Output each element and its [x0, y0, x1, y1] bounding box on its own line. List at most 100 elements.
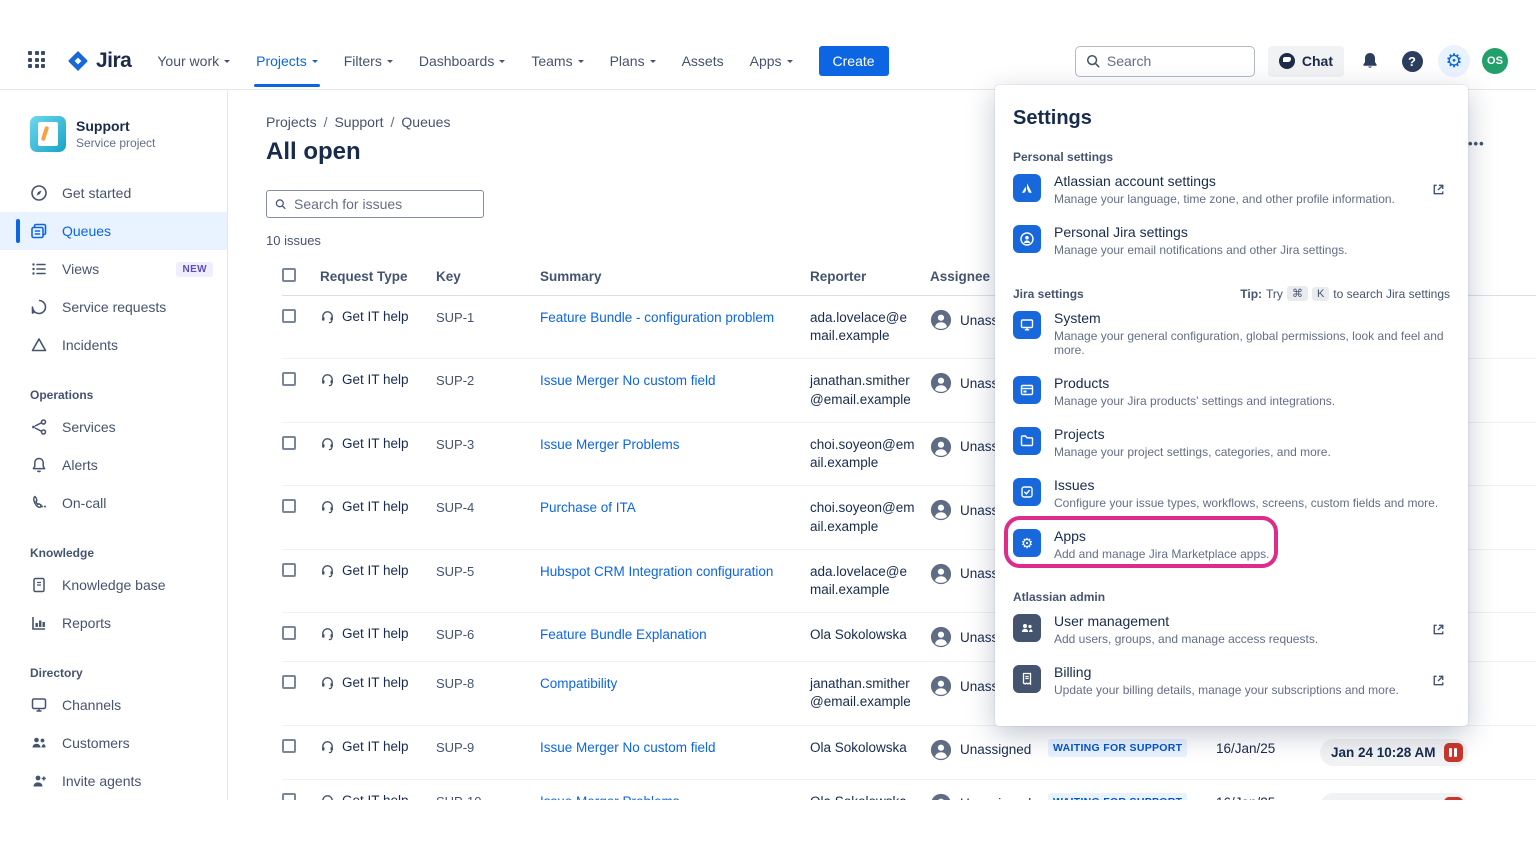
issue-summary-link[interactable]: Compatibility [540, 675, 647, 693]
apps-gear-icon: ⚙ [1013, 529, 1041, 557]
assignee-avatar-icon [930, 309, 952, 331]
row-checkbox[interactable] [282, 436, 296, 450]
sidebar-item-channels[interactable]: Channels [0, 686, 227, 724]
request-type-label: Get IT help [342, 436, 409, 451]
sla-timer[interactable]: Jan 24 10:28 AM [1320, 739, 1468, 766]
global-search[interactable] [1075, 46, 1255, 77]
breadcrumb-support[interactable]: Support [334, 114, 383, 130]
breadcrumb-queues[interactable]: Queues [401, 114, 450, 130]
row-checkbox[interactable] [282, 675, 296, 689]
settings-item-atlassian-account[interactable]: Atlassian account settings Manage your l… [1013, 164, 1450, 215]
status-badge: WAITING FOR SUPPORT [1048, 793, 1187, 800]
global-search-input[interactable] [1107, 53, 1227, 69]
search-icon [1086, 54, 1100, 68]
header-reporter[interactable]: Reporter [810, 269, 930, 284]
select-all-checkbox[interactable] [282, 268, 296, 282]
nav-your-work[interactable]: Your work [157, 33, 230, 89]
issue-summary-link[interactable]: Purchase of ITA [540, 499, 666, 517]
project-header[interactable]: Support Service project [0, 116, 227, 156]
app-switcher-icon[interactable] [28, 51, 48, 71]
request-type-label: Get IT help [342, 499, 409, 514]
header-key[interactable]: Key [436, 269, 540, 284]
nav-plans[interactable]: Plans [610, 33, 656, 89]
nav-assets[interactable]: Assets [682, 33, 724, 89]
issue-summary-link[interactable]: Feature Bundle - configuration problem [540, 309, 804, 327]
request-type-label: Get IT help [342, 739, 409, 754]
issue-key: SUP-6 [436, 626, 540, 642]
settings-item-issues[interactable]: Issues Configure your issue types, workf… [1013, 468, 1450, 519]
headset-icon [320, 499, 335, 514]
header-request-type[interactable]: Request Type [320, 269, 436, 284]
headset-icon [320, 626, 335, 641]
nav-filters[interactable]: Filters [344, 33, 393, 89]
chevron-down-icon [650, 60, 656, 66]
section-operations: Operations [0, 388, 227, 408]
jira-logo-icon [66, 49, 90, 73]
settings-item-personal-jira[interactable]: Personal Jira settings Manage your email… [1013, 215, 1450, 266]
sidebar-item-service-requests[interactable]: Service requests [0, 288, 227, 326]
folder-icon [1013, 427, 1041, 455]
search-icon [275, 197, 286, 211]
row-checkbox[interactable] [282, 309, 296, 323]
headset-icon [320, 309, 335, 324]
sidebar-item-views[interactable]: Views NEW [0, 250, 227, 288]
nav-dashboards[interactable]: Dashboards [419, 33, 506, 89]
help-button[interactable]: ? [1396, 45, 1428, 77]
user-avatar[interactable]: OS [1482, 48, 1508, 74]
external-link-icon [1431, 622, 1446, 637]
row-checkbox[interactable] [282, 626, 296, 640]
row-checkbox[interactable] [282, 793, 296, 800]
sidebar-item-invite-agents[interactable]: Invite agents [0, 762, 227, 800]
settings-item-user-management[interactable]: User management Add users, groups, and m… [1013, 604, 1450, 655]
row-checkbox[interactable] [282, 563, 296, 577]
issue-summary-link[interactable]: Issue Merger Problems [540, 793, 710, 800]
settings-item-projects[interactable]: Projects Manage your project settings, c… [1013, 417, 1450, 468]
row-checkbox[interactable] [282, 739, 296, 753]
notifications-button[interactable] [1354, 45, 1386, 77]
sidebar-item-oncall[interactable]: On-call [0, 484, 227, 522]
table-row: Get IT help SUP-10 Issue Merger Problems… [282, 780, 1536, 800]
sidebar-item-services[interactable]: Services [0, 408, 227, 446]
settings-button[interactable]: ⚙ [1438, 45, 1470, 77]
settings-item-apps[interactable]: ⚙ Apps Add and manage Jira Marketplace a… [1013, 519, 1450, 570]
header-summary[interactable]: Summary [540, 269, 810, 284]
sidebar-item-alerts[interactable]: Alerts [0, 446, 227, 484]
headset-icon [320, 739, 335, 754]
nav-apps[interactable]: Apps [750, 33, 793, 89]
issue-key: SUP-3 [436, 436, 540, 452]
triangle-icon [30, 336, 48, 354]
jira-app: Jira Your work Projects Filters Dashboar… [0, 0, 1536, 800]
person-circle-icon [1013, 225, 1041, 253]
sidebar-item-knowledge-base[interactable]: Knowledge base [0, 566, 227, 604]
settings-item-products[interactable]: Products Manage your Jira products' sett… [1013, 366, 1450, 417]
nav-projects[interactable]: Projects [256, 33, 318, 89]
sidebar-item-queues[interactable]: Queues [0, 212, 227, 250]
issue-summary-link[interactable]: Issue Merger No custom field [540, 739, 746, 757]
nav-teams[interactable]: Teams [531, 33, 583, 89]
sidebar-item-get-started[interactable]: Get started [0, 174, 227, 212]
issue-summary-link[interactable]: Issue Merger No custom field [540, 372, 746, 390]
create-button[interactable]: Create [819, 46, 889, 76]
settings-item-system[interactable]: System Manage your general configuration… [1013, 301, 1450, 366]
row-checkbox[interactable] [282, 499, 296, 513]
jira-logo[interactable]: Jira [66, 49, 131, 73]
issue-summary-link[interactable]: Issue Merger Problems [540, 436, 710, 454]
sidebar-item-incidents[interactable]: Incidents [0, 326, 227, 364]
row-checkbox[interactable] [282, 372, 296, 386]
chat-button[interactable]: Chat [1268, 46, 1344, 77]
sidebar-item-reports[interactable]: Reports [0, 604, 227, 642]
more-actions-button[interactable]: ••• [1468, 136, 1485, 151]
new-badge: NEW [176, 262, 213, 277]
issue-summary-link[interactable]: Feature Bundle Explanation [540, 626, 737, 644]
issue-search-input[interactable] [294, 196, 475, 212]
atlassian-logo-icon [1013, 174, 1041, 202]
reporter: choi.soyeon@email.example [810, 499, 930, 535]
personal-settings-label: Personal settings [1013, 150, 1113, 164]
issue-summary-link[interactable]: Hubspot CRM Integration configuration [540, 563, 803, 581]
sla-timer[interactable]: Jan 24 10:30 AM [1320, 793, 1468, 800]
sidebar-item-customers[interactable]: Customers [0, 724, 227, 762]
issue-search[interactable] [266, 190, 484, 218]
created-date: 16/Jan/25 [1216, 741, 1275, 756]
settings-item-billing[interactable]: Billing Update your billing details, man… [1013, 655, 1450, 706]
breadcrumb-projects[interactable]: Projects [266, 114, 317, 130]
